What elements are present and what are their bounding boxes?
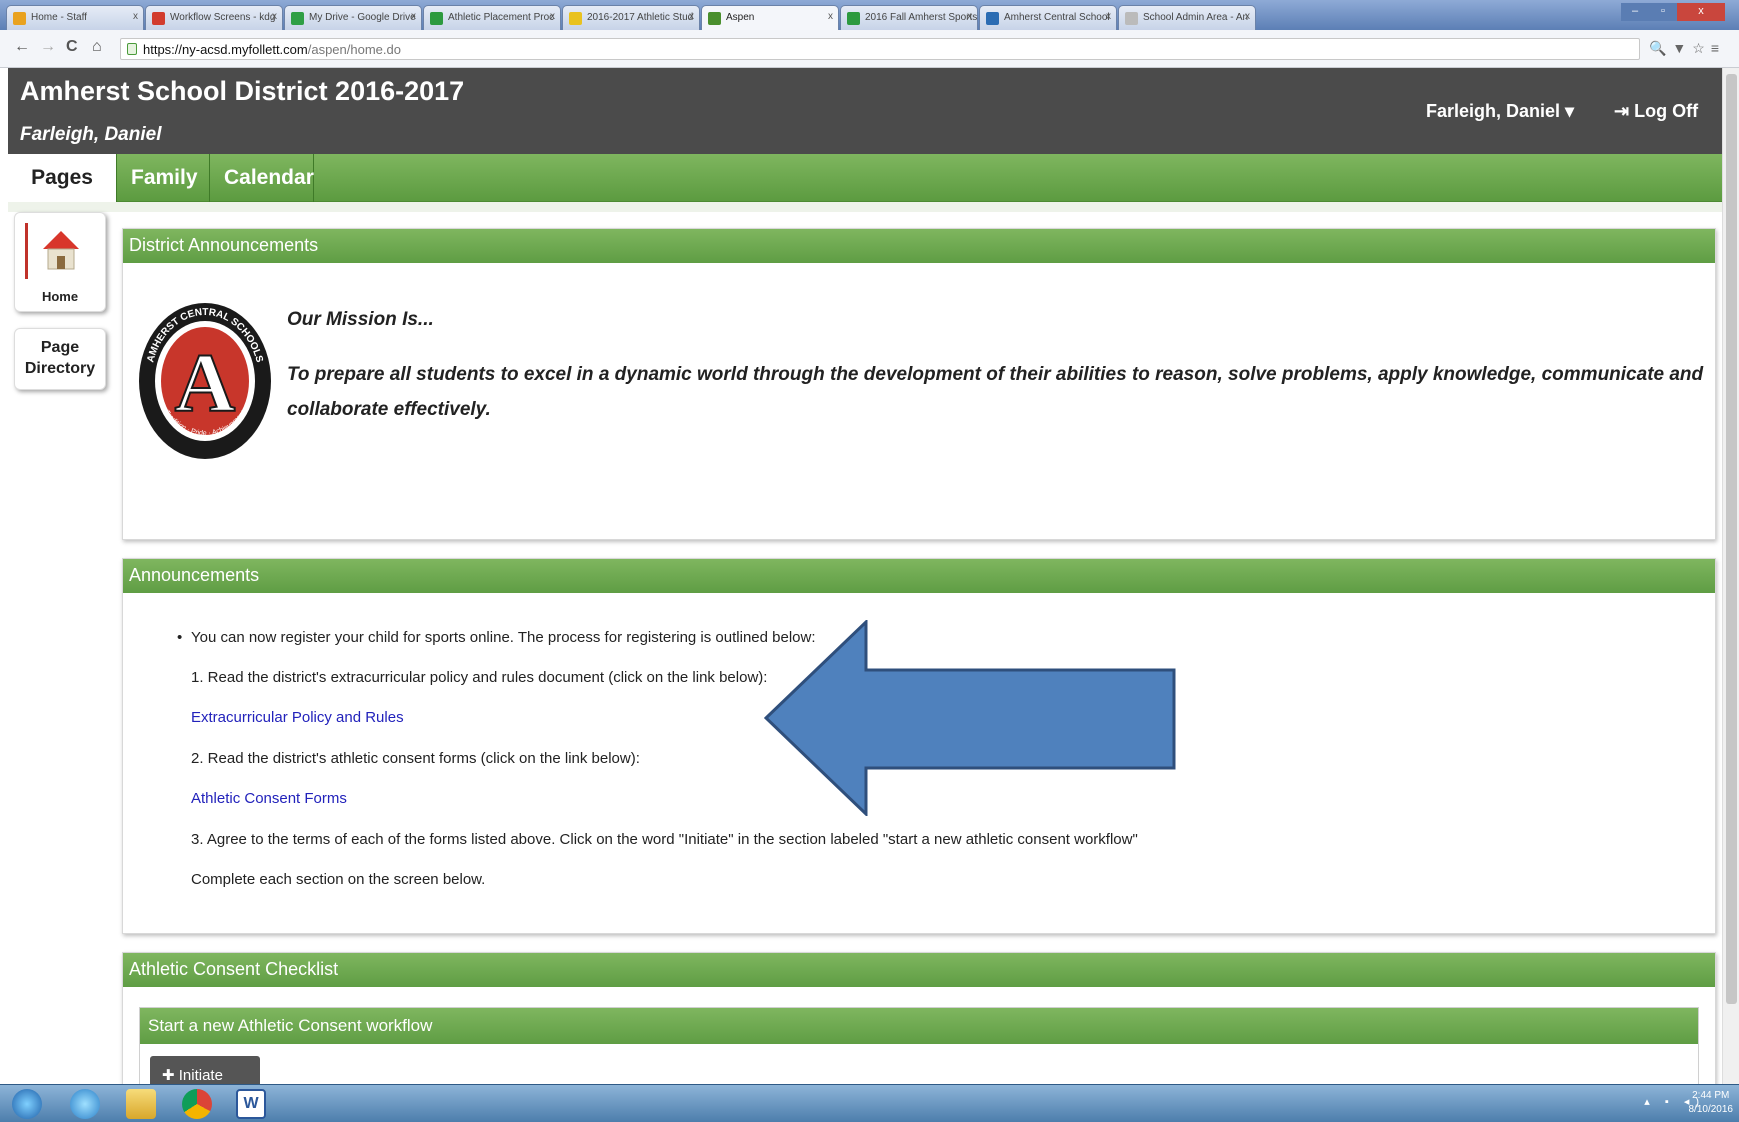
browser-menu-icons[interactable]: 🔍▼☆≡: [1649, 40, 1725, 57]
browser-tab[interactable]: Workflow Screens - kdg x: [145, 5, 283, 30]
tab-label: Amherst Central School: [1004, 12, 1110, 23]
mission-heading: Our Mission Is...: [287, 309, 434, 330]
home-icon[interactable]: ⌂: [92, 38, 102, 56]
tab-calendar[interactable]: Calendar: [210, 154, 314, 202]
tab-close-icon[interactable]: x: [828, 11, 833, 22]
announcement-step-1: 1. Read the district's extracurricular p…: [191, 669, 768, 686]
house-icon: [43, 231, 79, 270]
browser-tab[interactable]: 2016 Fall Amherst Sports x: [840, 5, 978, 30]
seal-letter: A: [175, 337, 236, 430]
minimize-button[interactable]: –: [1621, 3, 1649, 21]
district-seal-logo: A AMHERST CENTRAL SCHOOLS Tradition · Pr…: [139, 303, 271, 459]
tab-close-icon[interactable]: x: [272, 11, 277, 22]
os-taskbar: W ▴ ▪ ◂) 2:44 PM 8/10/2016: [0, 1084, 1739, 1122]
start-button-icon[interactable]: [12, 1089, 42, 1119]
tab-label: 2016 Fall Amherst Sports: [865, 12, 978, 23]
browser-tab[interactable]: 2016-2017 Athletic Stud x: [562, 5, 700, 30]
system-clock: 2:44 PM 8/10/2016: [1689, 1089, 1734, 1117]
address-bar-row: ← → C ⌂ https://ny-acsd.myfollett.com/as…: [0, 30, 1739, 68]
athletic-consent-forms-link[interactable]: Athletic Consent Forms: [191, 790, 347, 807]
back-arrow-icon[interactable]: ←: [14, 38, 30, 56]
browser-tab[interactable]: Aspen x: [701, 5, 839, 30]
sidebar-item-label: Home: [41, 289, 79, 304]
sidebar-item-home[interactable]: Home: [14, 212, 106, 312]
reload-icon[interactable]: C: [66, 38, 78, 56]
browser-tab[interactable]: Athletic Placement Proc x: [423, 5, 561, 30]
log-off-button[interactable]: ⇥ Log Off: [1614, 101, 1698, 122]
tab-close-icon[interactable]: x: [411, 11, 416, 22]
subpanel-heading: Start a new Athletic Consent workflow: [140, 1008, 1698, 1044]
window-controls: – ▫ x: [1621, 3, 1725, 21]
internet-explorer-icon[interactable]: [70, 1089, 100, 1119]
selected-indicator: [25, 223, 28, 279]
close-window-button[interactable]: x: [1677, 3, 1725, 21]
mission-statement: To prepare all students to excel in a dy…: [287, 364, 1704, 420]
page-scrollbar[interactable]: [1722, 68, 1739, 1084]
user-name: Farleigh, Daniel: [20, 124, 162, 145]
extracurricular-policy-link[interactable]: Extracurricular Policy and Rules: [191, 709, 404, 726]
panel-heading: Announcements: [123, 559, 1715, 593]
scrollbar-thumb[interactable]: [1726, 74, 1737, 1004]
nav-underline: [8, 202, 1722, 212]
forward-arrow-icon[interactable]: →: [40, 38, 56, 56]
tab-pages[interactable]: Pages: [8, 154, 116, 203]
tab-close-icon[interactable]: x: [689, 11, 694, 22]
lock-icon: [127, 43, 137, 55]
url-input[interactable]: https://ny-acsd.myfollett.com/aspen/home…: [120, 38, 1640, 60]
clock-date: 8/10/2016: [1688, 1104, 1734, 1115]
tab-favicon-icon: [847, 12, 860, 25]
tab-label: My Drive - Google Drive: [309, 12, 416, 23]
tab-label: Athletic Placement Proc: [448, 12, 555, 23]
tab-favicon-icon: [708, 12, 721, 25]
word-icon[interactable]: W: [236, 1089, 266, 1119]
file-explorer-icon[interactable]: [126, 1089, 156, 1119]
tab-favicon-icon: [13, 12, 26, 25]
tab-close-icon[interactable]: x: [133, 11, 138, 22]
tab-favicon-icon: [291, 12, 304, 25]
sidebar-item-page-directory[interactable]: Page Directory: [14, 328, 106, 390]
browser-tab[interactable]: Amherst Central School x: [979, 5, 1117, 30]
tab-close-icon[interactable]: x: [967, 11, 972, 22]
tab-label: Home - Staff: [31, 12, 87, 23]
tab-label: Aspen: [726, 12, 755, 23]
clock-time: 2:44 PM: [1692, 1090, 1730, 1101]
annotation-arrow-icon: [764, 620, 1176, 816]
maximize-button[interactable]: ▫: [1649, 3, 1677, 21]
tab-label: School Admin Area - An: [1143, 12, 1249, 23]
tab-close-icon[interactable]: x: [550, 11, 555, 22]
chrome-icon[interactable]: [182, 1089, 212, 1119]
user-menu-button[interactable]: Farleigh, Daniel ▾: [1426, 101, 1574, 122]
tab-label: 2016-2017 Athletic Stud: [587, 12, 694, 23]
announcement-instruction: Complete each section on the screen belo…: [191, 871, 486, 888]
tab-favicon-icon: [430, 12, 443, 25]
tab-close-icon[interactable]: x: [1245, 11, 1250, 22]
page-title: Amherst School District 2016-2017: [20, 76, 465, 106]
announcement-step-2: 2. Read the district's athletic consent …: [191, 750, 640, 767]
tab-favicon-icon: [1125, 12, 1138, 25]
url-host: https://ny-acsd.myfollett.com: [143, 42, 308, 57]
announcement-line: You can now register your child for spor…: [191, 629, 816, 646]
tab-favicon-icon: [986, 12, 999, 25]
tab-favicon-icon: [152, 12, 165, 25]
bullet: •: [177, 629, 183, 646]
browser-tab[interactable]: My Drive - Google Drive x: [284, 5, 422, 30]
browser-tab[interactable]: Home - Staff x: [6, 5, 144, 30]
app-header: Amherst School District 2016-2017 Farlei…: [8, 68, 1722, 154]
top-navigation: Pages Family Calendar: [8, 154, 1722, 203]
panel-heading: Athletic Consent Checklist: [123, 953, 1715, 987]
announcement-step-3: 3. Agree to the terms of each of the for…: [191, 831, 1138, 848]
tab-close-icon[interactable]: x: [1106, 11, 1111, 22]
tab-family[interactable]: Family: [116, 154, 210, 202]
url-path: /aspen/home.do: [307, 42, 401, 57]
panel-heading: District Announcements: [123, 229, 1715, 263]
tab-favicon-icon: [569, 12, 582, 25]
district-announcements-panel: District Announcements A AMHERST CENTRAL…: [122, 228, 1716, 540]
browser-tab-strip: Home - Staff x Workflow Screens - kdg x My D…: [0, 0, 1739, 30]
browser-tab[interactable]: School Admin Area - An x: [1118, 5, 1256, 30]
screen: Home - Staff x Workflow Screens - kdg x My D…: [0, 0, 1739, 1122]
tab-label: Workflow Screens - kdg: [170, 12, 276, 23]
